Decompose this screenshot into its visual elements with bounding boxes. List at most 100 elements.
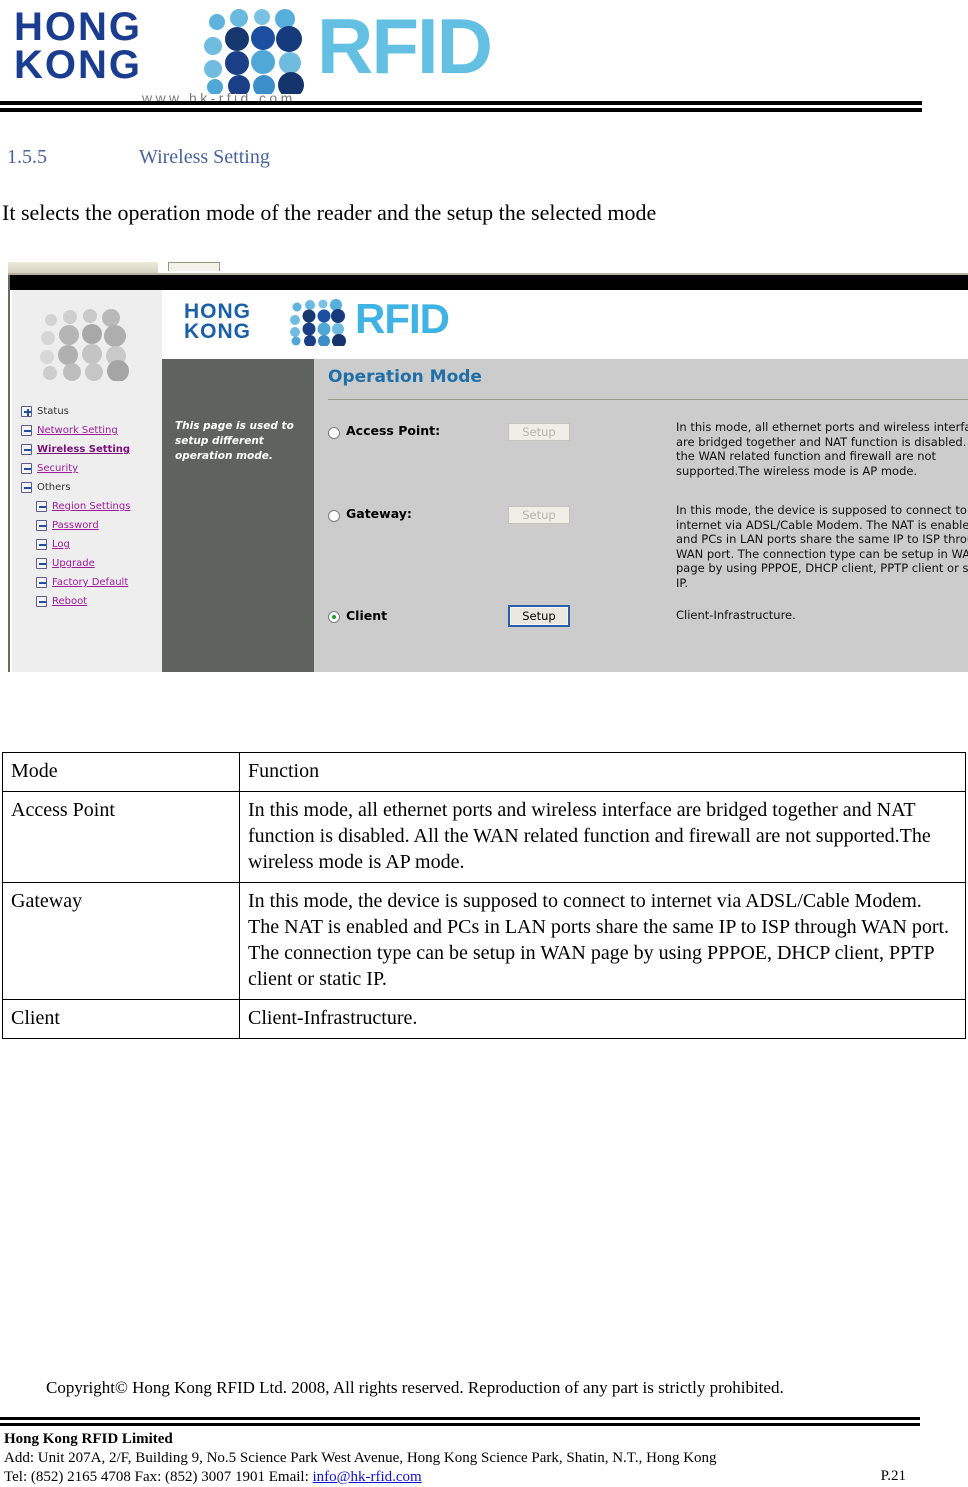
footer-rule-bottom <box>0 1423 920 1426</box>
plus-box-icon[interactable] <box>21 406 32 417</box>
header-rule-top <box>0 101 922 105</box>
table-cell-mode: Client <box>2 999 240 1039</box>
table-cell-mode: Gateway <box>2 882 240 1000</box>
sidebar-item-label[interactable]: Reboot <box>52 596 87 607</box>
pane-title-divider <box>328 399 968 400</box>
sidebar-item-wireless-setting[interactable]: Wireless Setting <box>16 440 162 459</box>
router-logo-hongkong-text: HONG KONG <box>184 300 251 343</box>
footer-contact-text: Tel: (852) 2165 4708 Fax: (852) 3007 190… <box>4 1469 313 1485</box>
table-header-mode: Mode <box>2 752 240 792</box>
mode-row-access-point: Access Point: Setup In this mode, all et… <box>314 420 968 515</box>
sidebar-dots-logo-icon <box>40 309 129 381</box>
setup-button-client[interactable]: Setup <box>508 605 570 627</box>
page-top-black-bar <box>10 275 968 290</box>
sidebar-item-label[interactable]: Network Setting <box>37 425 118 436</box>
router-header-logo: HONG KONG RFID <box>162 290 968 359</box>
minus-box-icon[interactable] <box>36 501 47 512</box>
setup-button-access-point[interactable]: Setup <box>508 423 570 441</box>
sidebar-item-region-settings[interactable]: Region Settings <box>16 497 162 516</box>
logo-hongkong-text: HONG KONG <box>14 5 142 87</box>
mode-description-client: Client-Infrastructure. <box>676 608 796 622</box>
radio-client[interactable] <box>328 611 340 623</box>
logo-rfid-text: RFID <box>317 2 493 90</box>
footer-email-link[interactable]: info@hk-rfid.com <box>313 1469 422 1485</box>
help-panel-text: This page is used to setup different ope… <box>175 420 294 462</box>
sidebar-item-status[interactable]: Status <box>16 402 162 421</box>
router-admin-page: Status Network Setting Wireless Setting … <box>8 275 968 672</box>
page-number: P.21 <box>880 1468 906 1484</box>
mode-label-gateway: Gateway: <box>346 506 412 521</box>
router-rfid-dots-icon <box>290 299 346 346</box>
pane-title: Operation Mode <box>328 367 482 387</box>
sidebar-item-network-setting[interactable]: Network Setting <box>16 421 162 440</box>
setup-button-gateway[interactable]: Setup <box>508 506 570 524</box>
minus-box-icon[interactable] <box>21 444 32 455</box>
section-number: 1.5.5 <box>7 146 47 168</box>
router-sidebar: Status Network Setting Wireless Setting … <box>12 290 162 672</box>
operation-mode-pane: Operation Mode Access Point: Setup In th… <box>314 359 968 672</box>
mode-row-client: Client Setup Client-Infrastructure. <box>314 605 968 638</box>
table-row: Access Point In this mode, all ethernet … <box>2 791 966 883</box>
sidebar-item-security[interactable]: Security <box>16 459 162 478</box>
sidebar-item-password[interactable]: Password <box>16 516 162 535</box>
sidebar-nav-list: Status Network Setting Wireless Setting … <box>16 402 162 611</box>
table-cell-function: In this mode, the device is supposed to … <box>239 882 966 1000</box>
radio-access-point[interactable] <box>328 427 340 439</box>
section-heading: 1.5.5 Wireless Setting <box>7 146 270 169</box>
footer-contact-block: Hong Kong RFID Limited Add: Unit 207A, 2… <box>4 1430 968 1487</box>
sidebar-item-factory-default[interactable]: Factory Default <box>16 573 162 592</box>
section-title: Wireless Setting <box>139 146 270 168</box>
rfid-dots-icon <box>204 9 304 94</box>
footer-company-name: Hong Kong RFID Limited <box>4 1431 173 1447</box>
sidebar-item-others[interactable]: Others <box>16 478 162 497</box>
minus-box-icon[interactable] <box>21 463 32 474</box>
help-panel: This page is used to setup different ope… <box>162 359 314 672</box>
page-header: HONG KONG RFID www.hk-rfid.com <box>0 0 968 112</box>
footer-address: Add: Unit 207A, 2/F, Building 9, No.5 Sc… <box>4 1450 717 1466</box>
header-rule-bottom <box>0 108 922 112</box>
router-logo-line-2: KONG <box>184 320 251 343</box>
sidebar-item-reboot[interactable]: Reboot <box>16 592 162 611</box>
radio-gateway[interactable] <box>328 510 340 522</box>
mode-label-access-point: Access Point: <box>346 423 441 438</box>
copyright-notice: Copyright© Hong Kong RFID Ltd. 2008, All… <box>46 1378 784 1397</box>
logo-line-1: HONG <box>14 5 142 49</box>
minus-box-icon[interactable] <box>21 425 32 436</box>
mode-row-gateway: Gateway: Setup In this mode, the device … <box>314 503 968 616</box>
minus-box-icon[interactable] <box>36 520 47 531</box>
sidebar-item-label: Status <box>37 406 69 417</box>
minus-box-icon[interactable] <box>21 482 32 493</box>
logo-line-2: KONG <box>14 43 142 87</box>
sidebar-item-label[interactable]: Region Settings <box>52 501 130 512</box>
sidebar-item-label[interactable]: Upgrade <box>52 558 95 569</box>
footer-rule-top <box>0 1417 920 1420</box>
mode-description-gateway: In this mode, the device is supposed to … <box>676 503 968 590</box>
sidebar-item-label[interactable]: Wireless Setting <box>37 444 130 455</box>
sidebar-item-label: Others <box>37 482 71 493</box>
sidebar-item-label[interactable]: Factory Default <box>52 577 128 588</box>
table-cell-mode: Access Point <box>2 791 240 883</box>
window-tab-fragment <box>168 262 220 271</box>
sidebar-item-upgrade[interactable]: Upgrade <box>16 554 162 573</box>
sidebar-item-label[interactable]: Log <box>52 539 70 550</box>
company-logo: HONG KONG RFID www.hk-rfid.com <box>14 2 514 106</box>
intro-paragraph: It selects the operation mode of the rea… <box>2 200 657 225</box>
table-cell-function: In this mode, all ethernet ports and wir… <box>239 791 966 883</box>
minus-box-icon[interactable] <box>36 577 47 588</box>
minus-box-icon[interactable] <box>36 539 47 550</box>
minus-box-icon[interactable] <box>36 596 47 607</box>
router-logo-line-1: HONG <box>184 300 251 323</box>
sidebar-item-label[interactable]: Password <box>52 520 99 531</box>
table-row: Gateway In this mode, the device is supp… <box>2 882 966 1000</box>
mode-description-access-point: In this mode, all ethernet ports and wir… <box>676 420 968 478</box>
operation-modes-table: Mode Function Access Point In this mode,… <box>2 752 966 1039</box>
table-row: Client Client-Infrastructure. <box>2 999 966 1039</box>
table-header-row: Mode Function <box>2 752 966 792</box>
table-cell-function: Client-Infrastructure. <box>239 999 966 1039</box>
router-logo-rfid-text: RFID <box>355 295 450 342</box>
minus-box-icon[interactable] <box>36 558 47 569</box>
footer-contact-line: Tel: (852) 2165 4708 Fax: (852) 3007 190… <box>4 1468 968 1487</box>
embedded-screenshot: Status Network Setting Wireless Setting … <box>0 262 968 672</box>
sidebar-item-log[interactable]: Log <box>16 535 162 554</box>
sidebar-item-label[interactable]: Security <box>37 463 78 474</box>
